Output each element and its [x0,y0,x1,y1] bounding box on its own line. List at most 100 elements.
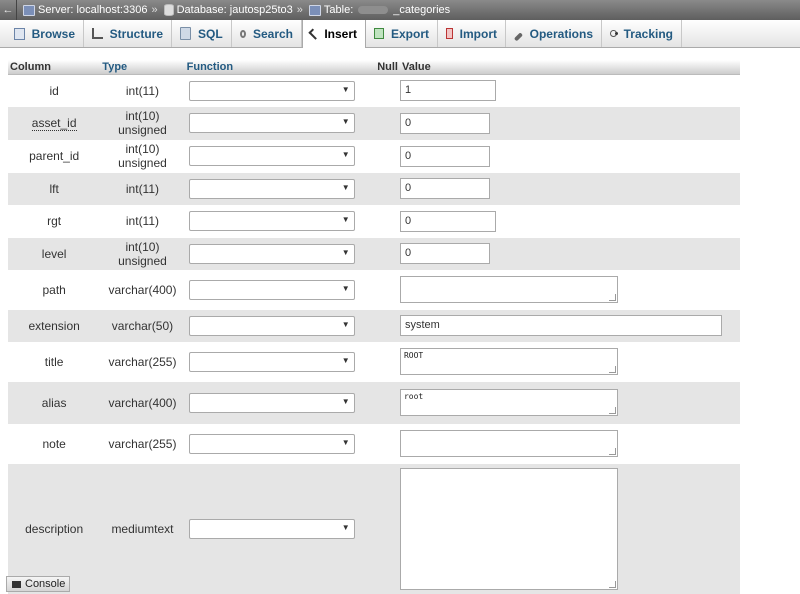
tab-insert[interactable]: Insert [302,20,366,48]
column-name-text: lft [49,181,59,196]
column-name-text: extension [28,318,80,333]
null-cell [367,463,400,594]
function-cell [184,204,368,238]
value-input[interactable]: 0 [399,112,490,134]
table-row: note varchar(255) [8,423,740,464]
function-select[interactable] [188,178,355,199]
value-cell: 0 [399,237,740,270]
value-input[interactable]: 0 [399,145,490,167]
console-button[interactable]: Console [6,576,70,592]
breadcrumb-server[interactable]: Server: localhost:3306 [23,4,147,16]
table-row: id int(11) 1 [8,74,740,107]
tab-label: Browse [31,26,75,41]
tab-label: Operations [529,26,593,41]
tab-sql[interactable]: SQL [172,20,232,47]
value-textarea[interactable]: ROOT [399,348,618,375]
value-textarea[interactable] [399,276,618,303]
tab-label: Insert [324,27,357,41]
value-input[interactable]: system [399,315,722,336]
column-name: level [8,237,101,270]
breadcrumb-table-prefix[interactable]: Table: [324,4,353,16]
null-cell [367,341,400,382]
table-row: rgt int(11) 0 [8,204,740,238]
column-type: varchar(255) [100,341,185,382]
search-icon [240,29,246,38]
breadcrumb-table-suffix[interactable]: _categories [393,4,450,16]
table-row: lft int(11) 0 [8,172,740,205]
column-name-text: rgt [47,214,62,228]
header-type[interactable]: Type [100,60,185,75]
tab-operations[interactable]: Operations [506,20,602,47]
table-row: parent_id int(10) unsigned 0 [8,139,740,173]
column-type: varchar(255) [100,423,185,464]
table-row: extension varchar(50) system [8,309,740,342]
column-name: parent_id [8,139,101,173]
column-name-text: title [44,354,64,369]
column-type: varchar(50) [100,309,185,342]
function-select[interactable] [188,315,355,336]
import-icon [446,28,453,39]
header-column: Column [8,60,101,75]
function-select[interactable] [188,351,355,372]
tab-label: Export [390,26,429,41]
value-cell: system [399,309,740,342]
null-cell [367,106,400,140]
header-null: Null [367,60,400,75]
value-textarea[interactable] [399,467,618,590]
breadcrumb-database-label[interactable]: Database: jautosp25to3 [177,4,293,16]
value-input[interactable]: 0 [399,243,490,264]
table-icon [308,4,321,16]
sql-icon [180,27,191,40]
breadcrumb-database[interactable]: Database: jautosp25to3 [163,4,293,16]
column-name-text: alias [41,395,67,410]
column-name: extension [8,309,101,342]
null-cell [367,309,400,342]
tab-search[interactable]: Search [232,20,302,47]
column-name: note [8,423,101,464]
value-textarea[interactable]: root [399,389,618,416]
function-select[interactable] [188,433,355,454]
column-type: int(11) [100,172,185,205]
function-cell [184,74,368,107]
tab-label: SQL [198,26,223,41]
value-textarea[interactable] [399,430,618,457]
export-icon [374,28,384,39]
null-cell [367,74,400,107]
tab-import[interactable]: Import [438,20,506,47]
breadcrumb-separator: » [296,4,303,16]
function-select[interactable] [188,279,355,300]
column-type: varchar(400) [100,381,185,424]
wrench-icon [513,32,523,41]
tab-tracking[interactable]: Tracking [602,20,682,47]
function-select[interactable] [188,392,355,413]
table-row: path varchar(400) [8,269,740,310]
tab-export[interactable]: Export [366,20,438,47]
column-name-text: parent_id [29,149,80,163]
function-select[interactable] [188,146,355,166]
function-select[interactable] [188,211,355,231]
tab-label: Structure [109,26,163,41]
value-cell [399,463,740,594]
function-select[interactable] [188,243,355,264]
breadcrumb-table[interactable]: Table: _categories [308,4,450,16]
value-cell [399,423,740,464]
breadcrumb: ← Server: localhost:3306 » Database: jau… [0,0,800,20]
function-select[interactable] [188,113,355,133]
tab-browse[interactable]: Browse [6,20,84,47]
tab-structure[interactable]: Structure [84,20,172,47]
value-input[interactable]: 0 [399,210,496,232]
back-arrow-icon[interactable]: ← [0,0,17,20]
value-input[interactable]: 0 [399,178,490,199]
function-cell [184,463,368,594]
insert-form-table: Column Type Function Null Value id int(11… [8,60,740,594]
value-input[interactable]: 1 [399,80,496,102]
null-cell [367,381,400,424]
function-select[interactable] [188,80,355,101]
function-cell [184,139,368,173]
value-cell: 0 [399,139,740,173]
column-name: id [8,74,101,107]
breadcrumb-server-label[interactable]: Server: localhost:3306 [38,4,147,16]
tab-label: Import [459,26,497,41]
function-select[interactable] [188,518,355,539]
header-function[interactable]: Function [184,60,368,75]
